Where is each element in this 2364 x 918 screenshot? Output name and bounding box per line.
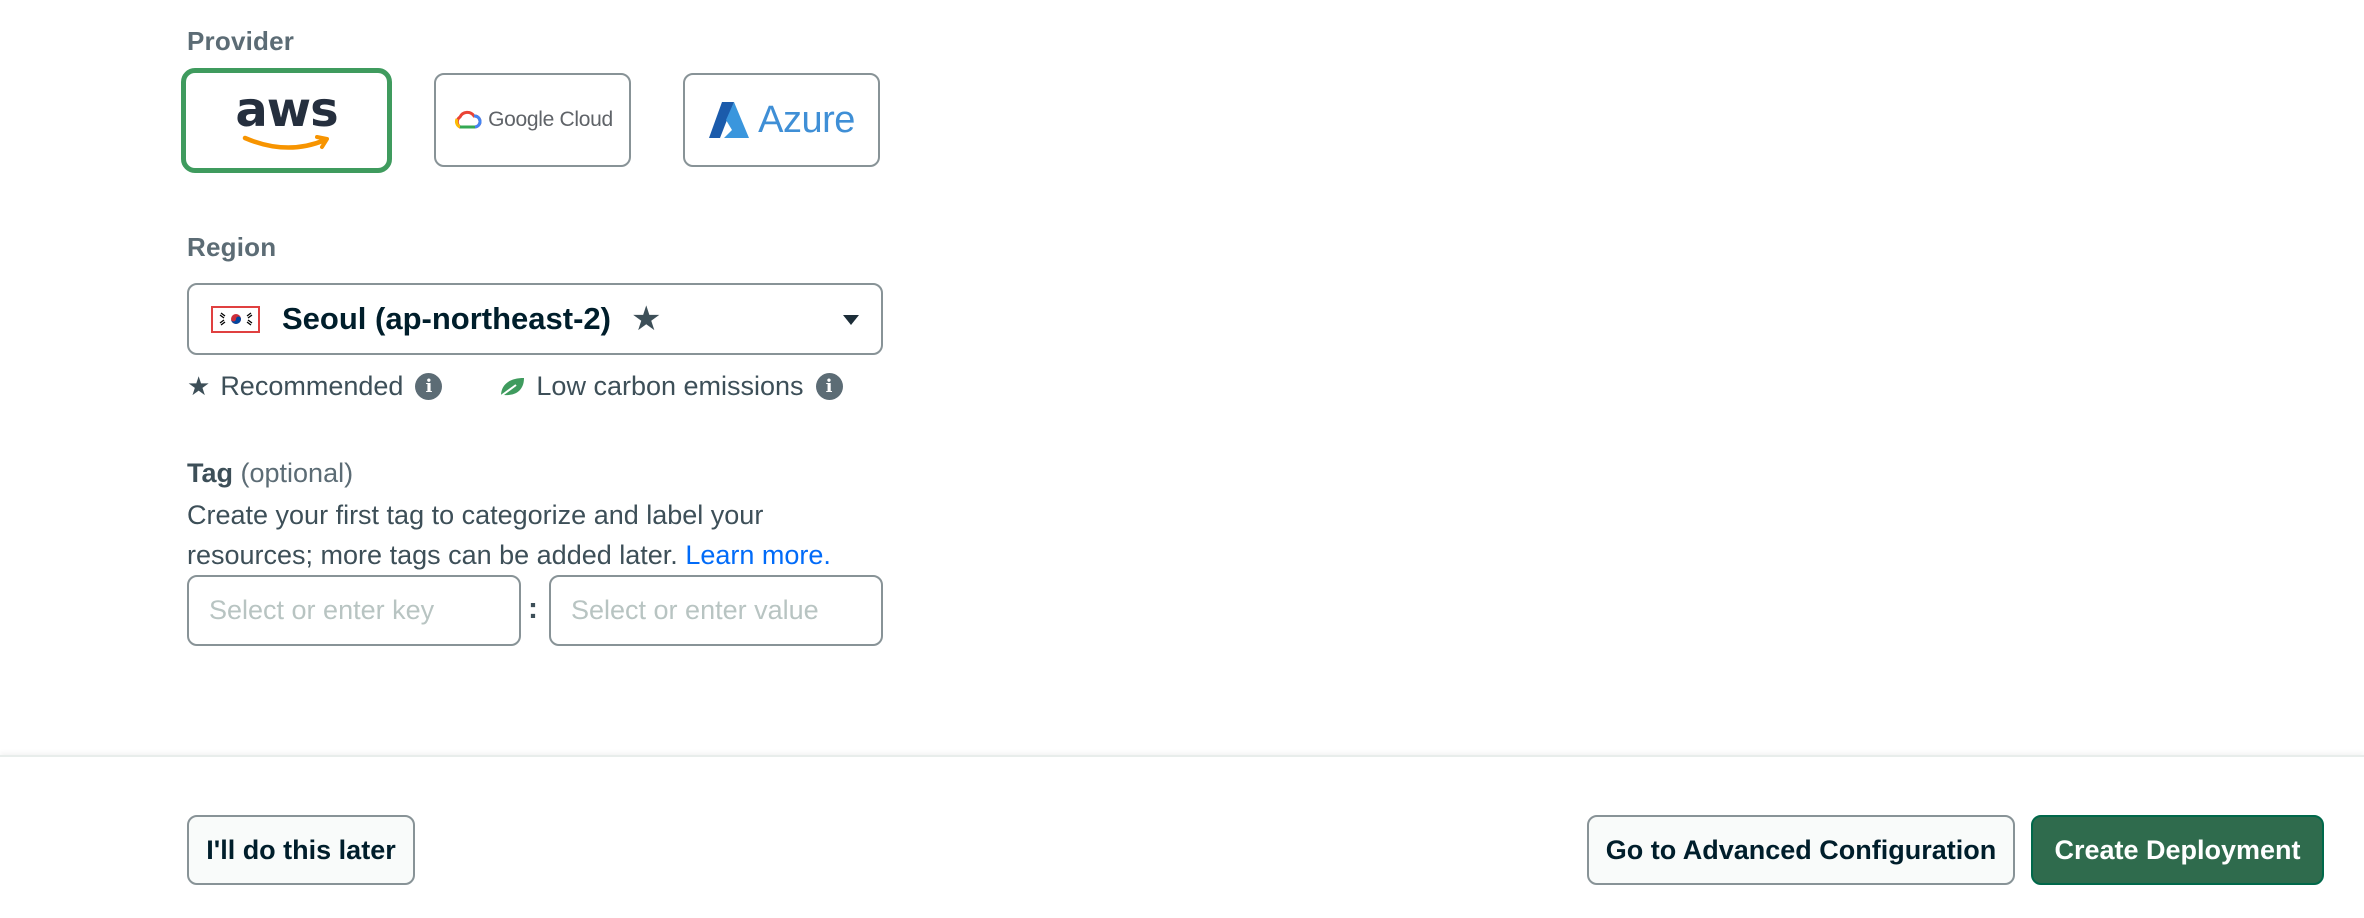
low-carbon-legend-label: Low carbon emissions [536,371,804,401]
tag-value-input[interactable] [549,575,883,646]
provider-label: Provider [187,26,295,56]
aws-smile-icon [242,134,329,150]
region-label: Region [187,232,277,262]
tag-description-text: Create your first tag to categorize and … [187,500,764,570]
south-korea-flag-icon [211,305,260,333]
google-cloud-icon [455,110,482,129]
caret-down-icon [843,315,859,325]
info-icon[interactable]: i [415,373,443,400]
tag-key-input[interactable] [187,575,521,646]
provider-option-aws[interactable]: aws [181,68,392,173]
google-cloud-logo-text: Google Cloud [488,108,613,131]
learn-more-link[interactable]: Learn more. [685,540,831,570]
tag-title: Tag (optional) [187,458,353,489]
tag-optional-label: (optional) [240,458,354,488]
aws-logo: aws [235,81,339,152]
advanced-configuration-button[interactable]: Go to Advanced Configuration [1587,815,2015,885]
region-selected-value: Seoul (ap-northeast-2) [282,301,611,336]
recommended-legend-label: Recommended [220,371,404,401]
tag-separator: : [528,592,538,625]
azure-logo: Azure [708,99,855,142]
azure-logo-text: Azure [758,98,855,141]
do-this-later-button[interactable]: I'll do this later [187,815,415,885]
deployment-config-page: Provider aws Google Cloud Azure Region S… [0,0,2364,918]
aws-logo-text: aws [235,81,338,138]
info-icon[interactable]: i [815,373,843,400]
star-icon: ★ [187,371,211,401]
provider-option-google-cloud[interactable]: Google Cloud [434,73,631,167]
azure-icon [709,102,750,138]
region-dropdown[interactable]: Seoul (ap-northeast-2) ★ [187,283,883,355]
provider-option-azure[interactable]: Azure [683,73,880,167]
region-legend: ★ Recommended i Low carbon emissions i [187,371,843,402]
tag-description: Create your first tag to categorize and … [187,495,887,575]
google-cloud-logo: Google Cloud [452,108,613,132]
recommended-star-icon: ★ [630,300,662,338]
create-deployment-button[interactable]: Create Deployment [2031,815,2324,885]
leaf-icon [498,376,526,398]
tag-label: Tag [187,458,233,488]
